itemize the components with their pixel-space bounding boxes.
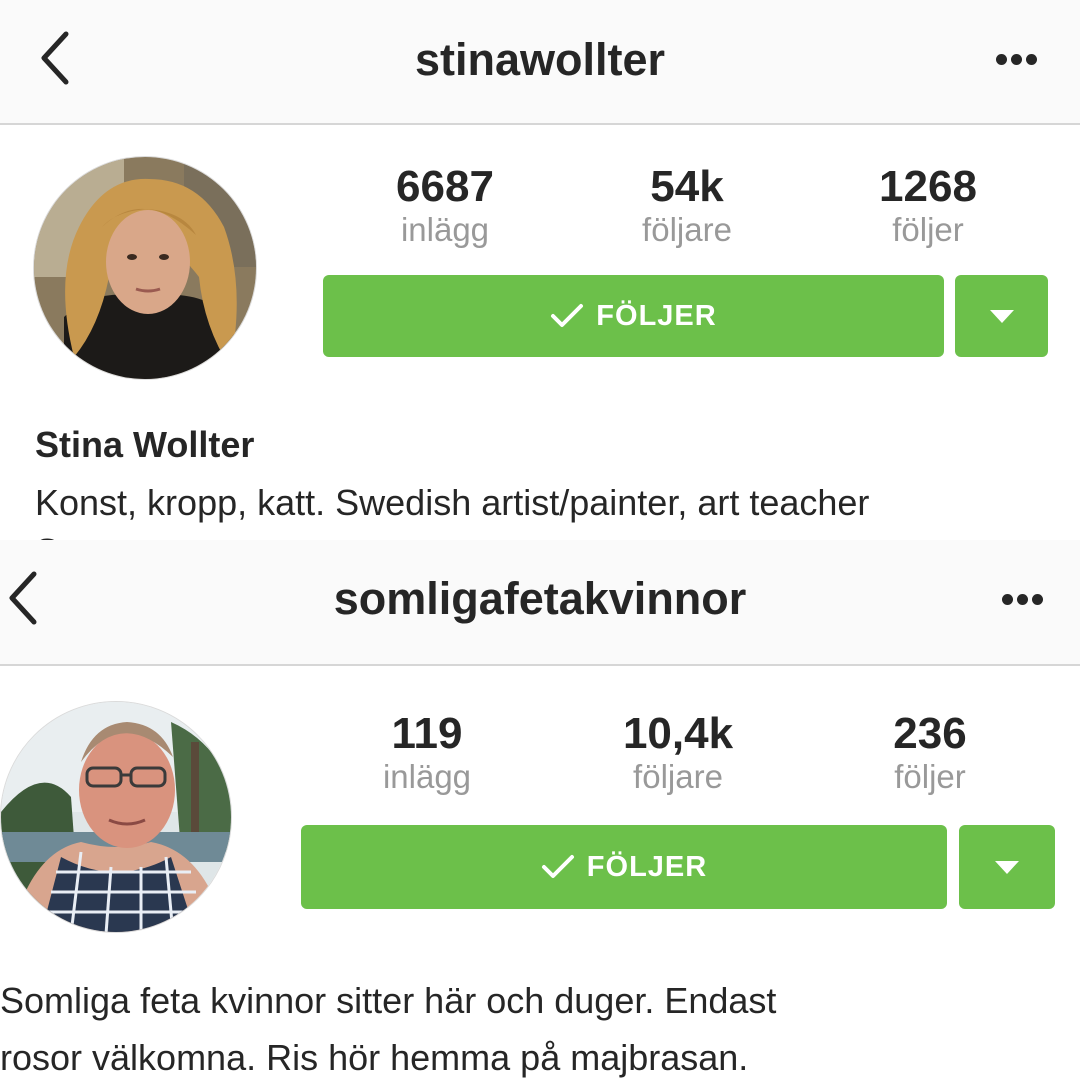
- followers-count-stat[interactable]: 54k följare: [577, 163, 797, 249]
- profile-username-title: somligafetakvinnor: [333, 573, 747, 624]
- profile-username-title: stinawollter: [414, 34, 666, 85]
- profile-photo: [34, 157, 256, 379]
- stat-value: 10,4k: [622, 709, 734, 758]
- stat-label: inlägg: [382, 758, 472, 795]
- checkmark-icon: [551, 304, 584, 327]
- bio-line: S: [35, 531, 59, 540]
- stat-value: 54k: [650, 162, 724, 211]
- profile-screenshot-somligafetakvinnor: somligafetakvinnor 119 inlägg 10,4k följ…: [0, 540, 1080, 1080]
- more-options-button[interactable]: [1002, 590, 1052, 610]
- stat-value: 236: [893, 709, 967, 758]
- caret-down-icon: [995, 860, 1019, 874]
- bio-line: Somliga feta kvinnor sitter här och duge…: [0, 980, 777, 1021]
- more-horizontal-icon-dot: [1011, 54, 1022, 65]
- stat-value: 6687: [396, 162, 494, 211]
- more-horizontal-icon-dot: [996, 54, 1007, 65]
- profile-header-bar: stinawollter: [0, 0, 1080, 125]
- following-button[interactable]: FÖLJER: [301, 825, 947, 909]
- profile-photo: [1, 702, 231, 932]
- bio-line: Konst, kropp, katt. Swedish artist/paint…: [35, 482, 870, 523]
- following-count-stat[interactable]: 1268 följer: [818, 163, 1038, 249]
- avatar[interactable]: [33, 156, 257, 380]
- more-horizontal-icon-dot: [1002, 594, 1013, 605]
- posts-count-stat: 6687 inlägg: [335, 163, 555, 249]
- following-button-label: FÖLJER: [596, 299, 717, 332]
- caret-down-icon: [989, 309, 1014, 323]
- stat-value: 119: [391, 709, 463, 758]
- stat-value: 1268: [879, 162, 977, 211]
- more-options-button[interactable]: [996, 50, 1046, 70]
- stat-label: följare: [642, 211, 732, 248]
- more-horizontal-icon-dot: [1017, 594, 1028, 605]
- suggestions-dropdown-button[interactable]: [955, 275, 1048, 357]
- stat-label: följare: [633, 758, 723, 795]
- followers-count-stat[interactable]: 10,4k följare: [568, 710, 788, 796]
- stat-label: inlägg: [400, 211, 490, 248]
- more-horizontal-icon-dot: [1026, 54, 1037, 65]
- avatar[interactable]: [0, 701, 232, 933]
- more-horizontal-icon-dot: [1032, 594, 1043, 605]
- suggestions-dropdown-button[interactable]: [959, 825, 1055, 909]
- following-button-label: FÖLJER: [586, 850, 708, 883]
- profile-screenshot-stinawollter: stinawollter 6687 inlägg 54k följare 126…: [0, 0, 1080, 540]
- following-button[interactable]: FÖLJER: [323, 275, 944, 357]
- stat-label: följer: [894, 758, 966, 795]
- following-count-stat[interactable]: 236 följer: [820, 710, 1040, 796]
- stat-label: följer: [892, 211, 964, 248]
- bio-line: rosor välkomna. Ris hör hemma på majbras…: [0, 1037, 749, 1078]
- posts-count-stat: 119 inlägg: [317, 710, 537, 796]
- profile-header-bar: somligafetakvinnor: [0, 540, 1080, 666]
- profile-full-name: Stina Wollter: [35, 424, 255, 465]
- checkmark-icon: [541, 855, 574, 878]
